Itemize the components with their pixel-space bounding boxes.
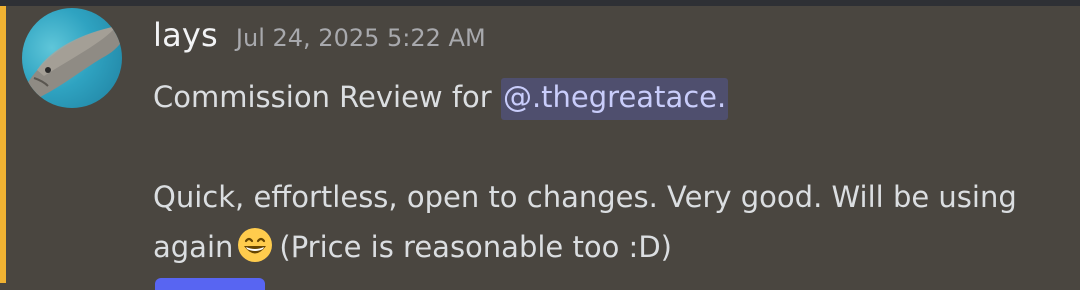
message-line-1: Commission Review for @.thegreatace. [153,72,1063,122]
message-line-2: Quick, effortless, open to changes. Very… [153,180,1017,214]
line-1-text: Commission Review for [153,80,501,114]
chat-message: lays Jul 24, 2025 5:22 AM Commission Rev… [0,6,1080,290]
user-mention[interactable]: @.thegreatace. [500,78,729,120]
line-3-suffix: (Price is reasonable too :D) [279,230,672,264]
reaction-button-partial[interactable] [155,278,265,290]
message-content: Commission Review for @.thegreatace. Qui… [153,72,1063,272]
grinning-face-icon [238,228,273,262]
message-header: lays Jul 24, 2025 5:22 AM [153,16,486,60]
message-line-3: again (Price is reasonable too :D) [153,222,1063,272]
mention-highlight-bar [0,6,6,283]
message-timestamp[interactable]: Jul 24, 2025 5:22 AM [236,24,486,52]
author-name[interactable]: lays [153,16,218,54]
fish-avatar-icon [22,26,122,105]
avatar[interactable] [22,8,122,108]
line-3-prefix: again [153,230,234,264]
